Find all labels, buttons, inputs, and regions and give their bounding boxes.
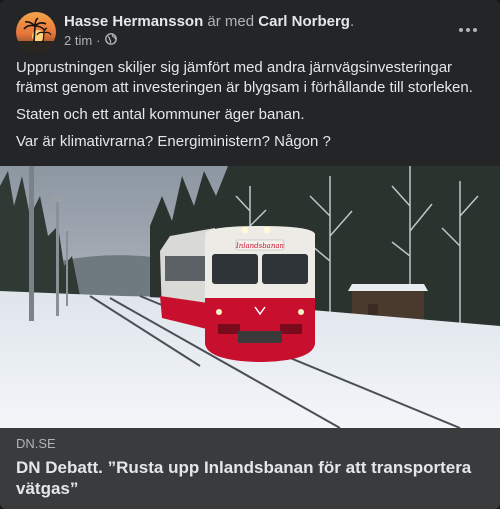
post-timestamp[interactable]: 2 tim bbox=[64, 33, 92, 49]
link-preview-info[interactable]: DN.SE DN Debatt. ”Rusta upp Inlandsbanan… bbox=[0, 428, 500, 509]
link-title[interactable]: DN Debatt. ”Rusta upp Inlandsbanan för a… bbox=[16, 457, 484, 499]
post-paragraph: Var är klimativrarna? Energiministern? N… bbox=[16, 133, 331, 150]
more-horizontal-icon bbox=[459, 28, 463, 32]
author-name[interactable]: Hasse Hermansson bbox=[64, 13, 203, 30]
post-paragraph: Staten och ett antal kommuner äger banan… bbox=[16, 106, 305, 123]
tagged-suffix: . bbox=[349, 13, 355, 30]
more-dot bbox=[473, 28, 477, 32]
post-header: Hasse Hermansson är med Carl Norberg. 2 … bbox=[16, 12, 488, 52]
post-message: Upprustningen skiljer sig jämfört med an… bbox=[16, 58, 486, 159]
link-preview-image[interactable]: Inlandsbanan bbox=[0, 166, 500, 428]
train-photo: Inlandsbanan bbox=[0, 166, 500, 428]
link-domain: DN.SE bbox=[16, 436, 56, 451]
more-dot bbox=[466, 28, 470, 32]
with-text: är med bbox=[203, 13, 259, 30]
author-avatar[interactable] bbox=[16, 12, 56, 52]
globe-icon bbox=[104, 33, 117, 49]
meta-separator: · bbox=[96, 33, 101, 48]
avatar-image bbox=[16, 12, 56, 52]
post-card: Hasse Hermansson är med Carl Norberg. 2 … bbox=[0, 0, 500, 509]
tagged-person[interactable]: Carl Norberg bbox=[258, 13, 350, 30]
train-sign: Inlandsbanan bbox=[235, 242, 285, 250]
post-paragraph: Upprustningen skiljer sig jämfört med an… bbox=[16, 59, 473, 96]
post-meta: 2 tim · bbox=[64, 33, 117, 49]
author-line: Hasse Hermansson är med Carl Norberg. bbox=[64, 12, 354, 32]
more-options-button[interactable] bbox=[454, 18, 482, 42]
